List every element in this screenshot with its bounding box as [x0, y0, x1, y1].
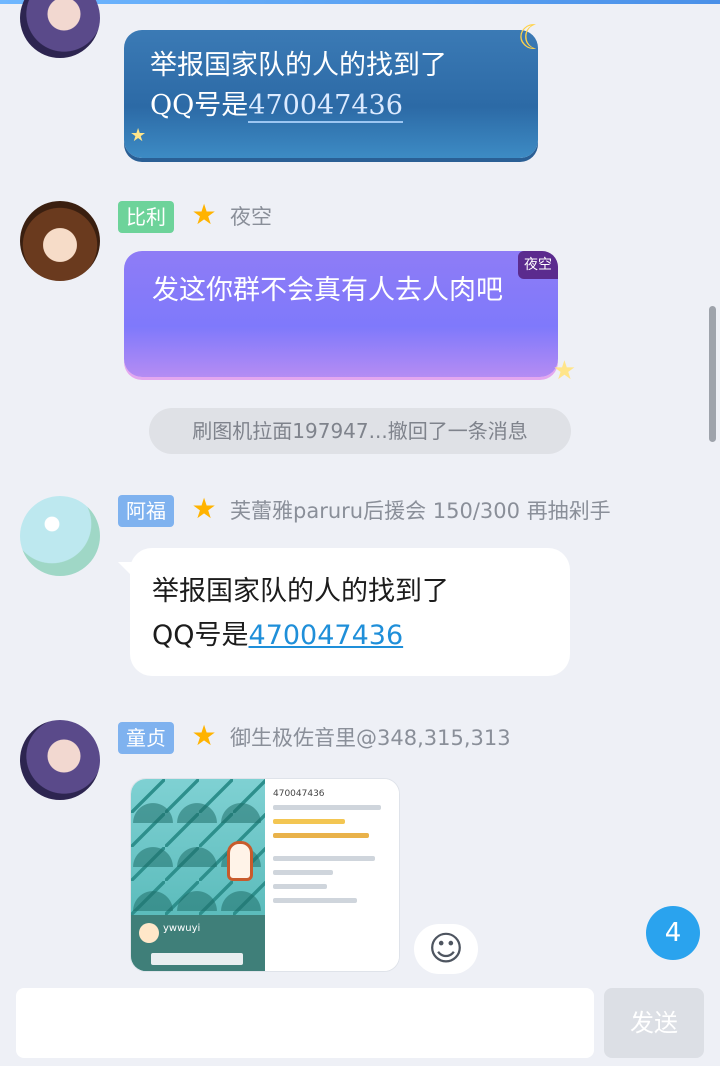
detail-line — [273, 805, 381, 810]
character-illustration — [227, 841, 253, 881]
message-bubble[interactable]: ☾ ★ 举报国家队的人的找到了 QQ号是470047436 — [124, 18, 548, 158]
profile-qq-number: 470047436 — [273, 789, 325, 799]
member-title-tag: 童贞 — [118, 722, 174, 754]
image-message[interactable]: ywwuyi 470047436 — [130, 778, 400, 972]
add-friend-button — [151, 953, 243, 965]
moon-icon: ☾ — [517, 18, 548, 58]
qq-number-link[interactable]: 470047436 — [249, 620, 404, 651]
avatar[interactable] — [20, 720, 100, 800]
detail-line — [273, 819, 345, 824]
profile-card-footer: ywwuyi — [131, 915, 265, 971]
scrollbar[interactable] — [709, 306, 716, 442]
detail-line — [273, 856, 375, 861]
member-title-tag: 阿福 — [118, 495, 174, 527]
message-text-line2: QQ号是470047436 — [152, 620, 404, 651]
message-text: 举报国家队的人的找到了 — [152, 576, 449, 607]
emoji-add-icon[interactable]: ☺ — [414, 924, 478, 974]
recall-notice: 刷图机拉面197947...撤回了一条消息 — [149, 408, 571, 454]
message-input[interactable] — [16, 988, 594, 1058]
detail-line — [273, 870, 333, 875]
member-title-tag: 比利 — [118, 201, 174, 233]
star-icon: ★ — [191, 492, 217, 525]
star-decoration-icon: ★ — [552, 356, 576, 386]
profile-username: ywwuyi — [163, 923, 201, 934]
profile-avatar — [139, 923, 159, 943]
star-icon: ★ — [191, 198, 217, 231]
bubble-corner-tag: 夜空 — [518, 251, 558, 279]
top-accent-bar — [0, 0, 720, 4]
input-bar: 发送 — [0, 980, 720, 1066]
message-bubble[interactable]: 夜空 ★ 发这你群不会真有人去人肉吧 — [124, 251, 576, 386]
message-text: 发这你群不会真有人去人肉吧 — [152, 275, 503, 306]
message-bubble[interactable]: 举报国家队的人的找到了 QQ号是470047436 — [130, 548, 570, 676]
profile-card-background: ywwuyi — [131, 779, 265, 971]
profile-details: 470047436 — [265, 779, 399, 971]
avatar[interactable] — [20, 201, 100, 281]
star-icon: ★ — [191, 719, 217, 752]
send-button[interactable]: 发送 — [604, 988, 704, 1058]
sender-nickname[interactable]: 夜空 — [230, 201, 272, 233]
qq-number-link[interactable]: 470047436 — [248, 90, 403, 123]
star-decoration-icon: ★ — [130, 125, 147, 146]
avatar[interactable] — [20, 496, 100, 576]
sender-nickname[interactable]: 芙蕾雅paruru后援会 150/300 再抽剁手 — [230, 495, 611, 527]
detail-line — [273, 898, 357, 903]
avatar[interactable] — [20, 0, 100, 58]
detail-line — [273, 833, 369, 838]
unread-count-badge[interactable]: 4 — [646, 906, 700, 960]
message-text: 举报国家队的人的找到了 — [150, 50, 447, 81]
detail-line — [273, 884, 327, 889]
message-text-line2: QQ号是470047436 — [150, 90, 403, 123]
sender-nickname[interactable]: 御生极佐音里@348,315,313 — [230, 722, 511, 754]
